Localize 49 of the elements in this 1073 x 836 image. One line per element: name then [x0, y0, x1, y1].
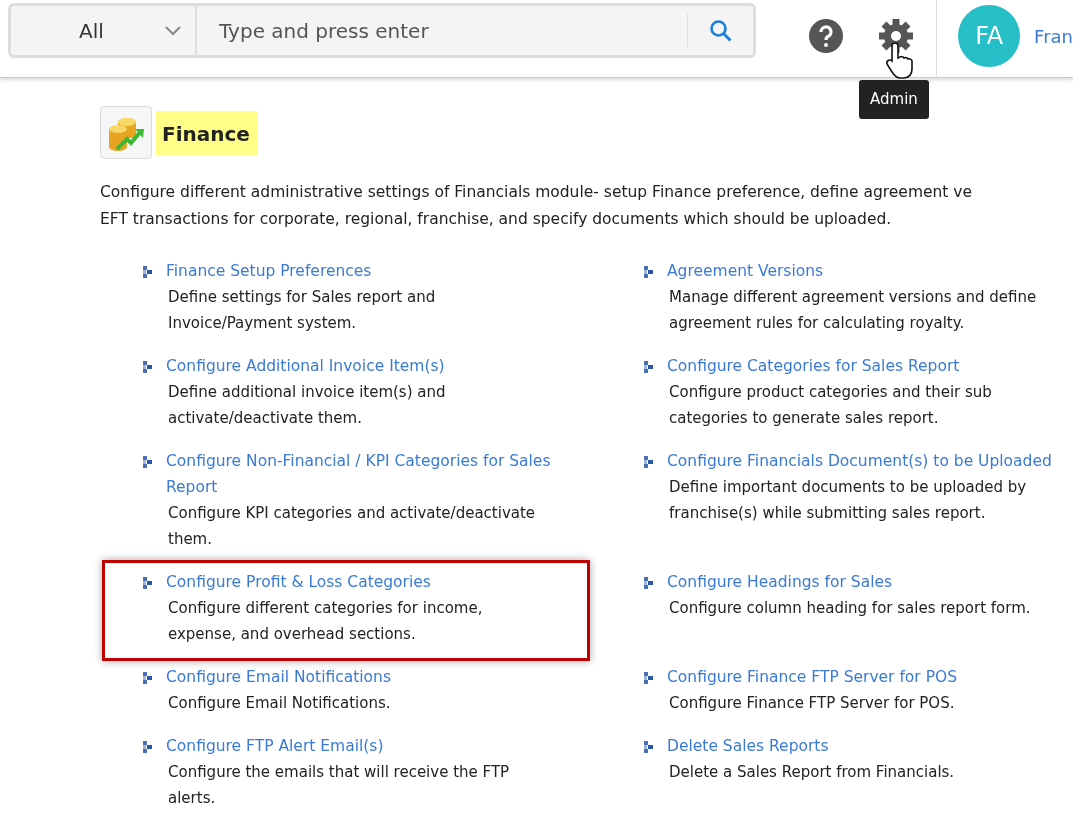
bullet-icon	[143, 672, 153, 684]
module-title: Finance	[156, 110, 258, 155]
link-description: Configure product categories and their sub categories to generate sales report.	[668, 382, 993, 429]
link-description: Define settings for Sales report and Invoice/Payment system.	[167, 287, 437, 334]
scope-dropdown[interactable]: All	[11, 6, 197, 55]
link-description: Configure Email Notifications.	[167, 693, 392, 714]
bullet-icon	[644, 266, 654, 278]
settings-link[interactable]: Configure Finance FTP Server for POS	[667, 664, 958, 690]
bullet-icon	[644, 672, 654, 684]
link-description: Configure Finance FTP Server for POS.	[668, 693, 956, 714]
settings-link[interactable]: Configure Headings for Sales	[667, 569, 893, 595]
help-icon[interactable]	[808, 18, 845, 54]
user-name-link[interactable]: Fran	[1034, 23, 1073, 50]
settings-link[interactable]: Delete Sales Reports	[667, 733, 829, 759]
link-description: Define important documents to be uploaded by franchise(s) while submitting sales report.	[668, 477, 1028, 524]
user-avatar[interactable]: FA	[958, 5, 1021, 67]
link-description: Delete a Sales Report from Financials.	[668, 762, 956, 783]
bullet-icon	[143, 266, 153, 278]
bullet-icon	[143, 361, 153, 373]
settings-link[interactable]: Configure Categories for Sales Report	[667, 353, 960, 379]
settings-link[interactable]: Configure Profit & Loss Categories	[166, 569, 431, 595]
bullet-icon	[644, 361, 654, 373]
bullet-icon	[143, 741, 153, 753]
tooltip: Admin	[859, 80, 929, 119]
settings-link[interactable]: Configure Financials Document(s) to be Uploaded	[667, 448, 1052, 474]
link-description: Configure different categories for income, expense, and overhead sections.	[167, 598, 484, 645]
bullet-icon	[143, 456, 153, 468]
bullet-icon	[143, 577, 153, 589]
settings-link[interactable]: Agreement Versions	[667, 258, 824, 284]
module-description: Configure different administrative settings of Financials module- setup Finance preference, define agreement ve	[100, 182, 973, 203]
coins-chart-icon	[100, 106, 152, 159]
chevron-down-icon	[165, 25, 181, 36]
link-description: Manage different agreement versions and define agreement rules for calculating royalty.	[668, 287, 1038, 334]
settings-link[interactable]: Configure Additional Invoice Item(s)	[166, 353, 445, 379]
link-description: Configure column heading for sales report form.	[668, 598, 1032, 619]
link-description: Configure the emails that will receive the FTP alerts.	[167, 762, 511, 809]
link-description: Define additional invoice item(s) and activate/deactivate them.	[167, 382, 447, 429]
settings-link[interactable]: Configure FTP Alert Email(s)	[166, 733, 384, 759]
bullet-icon	[644, 741, 654, 753]
search-bar[interactable]: All Type and press enter	[8, 3, 757, 58]
settings-link[interactable]: Configure Non-Financial / KPI Categories for Sales Report	[166, 448, 566, 500]
link-description: Configure KPI categories and activate/deactivate them.	[167, 503, 537, 550]
settings-link[interactable]: Configure Email Notifications	[166, 664, 391, 690]
module-description: EFT transactions for corporate, regional, franchise, and specify documents which should be uploaded.	[100, 209, 892, 230]
search-field[interactable]: Type and press enter	[197, 6, 688, 55]
bullet-icon	[644, 577, 654, 589]
bullet-icon	[644, 456, 654, 468]
search-icon	[708, 18, 733, 43]
settings-link[interactable]: Finance Setup Preferences	[166, 258, 372, 284]
